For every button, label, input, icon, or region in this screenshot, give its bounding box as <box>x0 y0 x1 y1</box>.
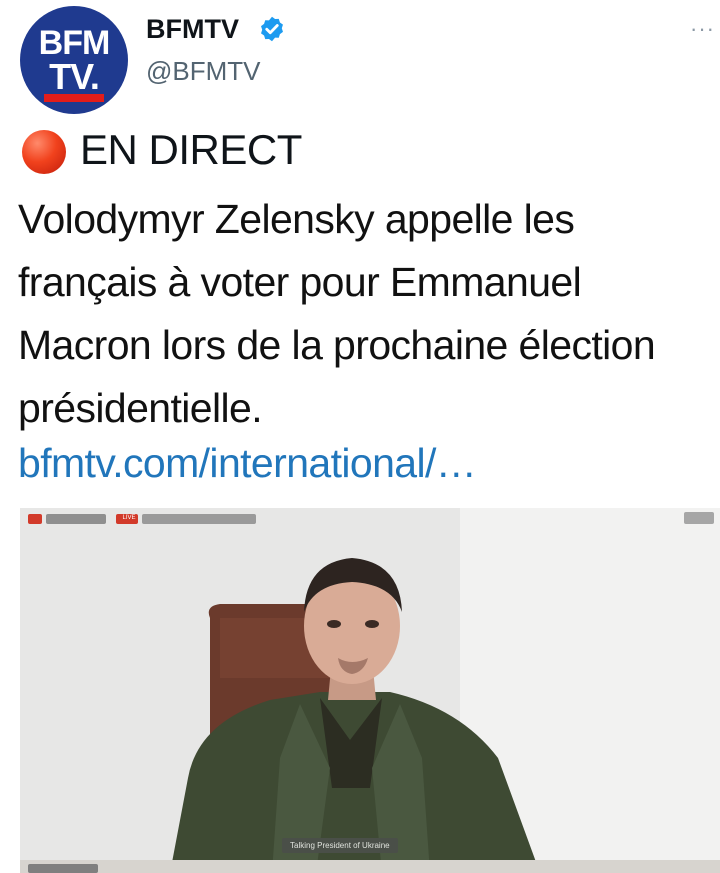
live-dot-icon <box>22 130 66 174</box>
live-label: EN DIRECT <box>80 126 302 173</box>
tweet-header: BFM TV. BFMTV @BFMTV ··· <box>0 0 720 118</box>
account-handle[interactable]: @BFMTV <box>146 56 261 87</box>
avatar-text-line2: TV. <box>49 56 100 97</box>
more-dots-icon[interactable]: ··· <box>690 16 715 42</box>
display-name[interactable]: BFMTV <box>146 14 239 45</box>
tweet-link[interactable]: bfmtv.com/international/… <box>18 440 477 487</box>
tweet-text: Volodymyr Zelensky appelle les français … <box>18 196 656 431</box>
verified-badge-icon <box>261 16 283 42</box>
avatar-red-bar <box>44 94 104 102</box>
video-caption: Talking President of Ukraine <box>282 838 398 853</box>
video-frame-illustration <box>20 512 720 873</box>
live-badge: LIVE <box>122 515 136 521</box>
avatar[interactable]: BFM TV. <box>20 6 128 114</box>
tweet-media-image[interactable]: LIVE Talking President of Ukraine <box>20 508 720 873</box>
